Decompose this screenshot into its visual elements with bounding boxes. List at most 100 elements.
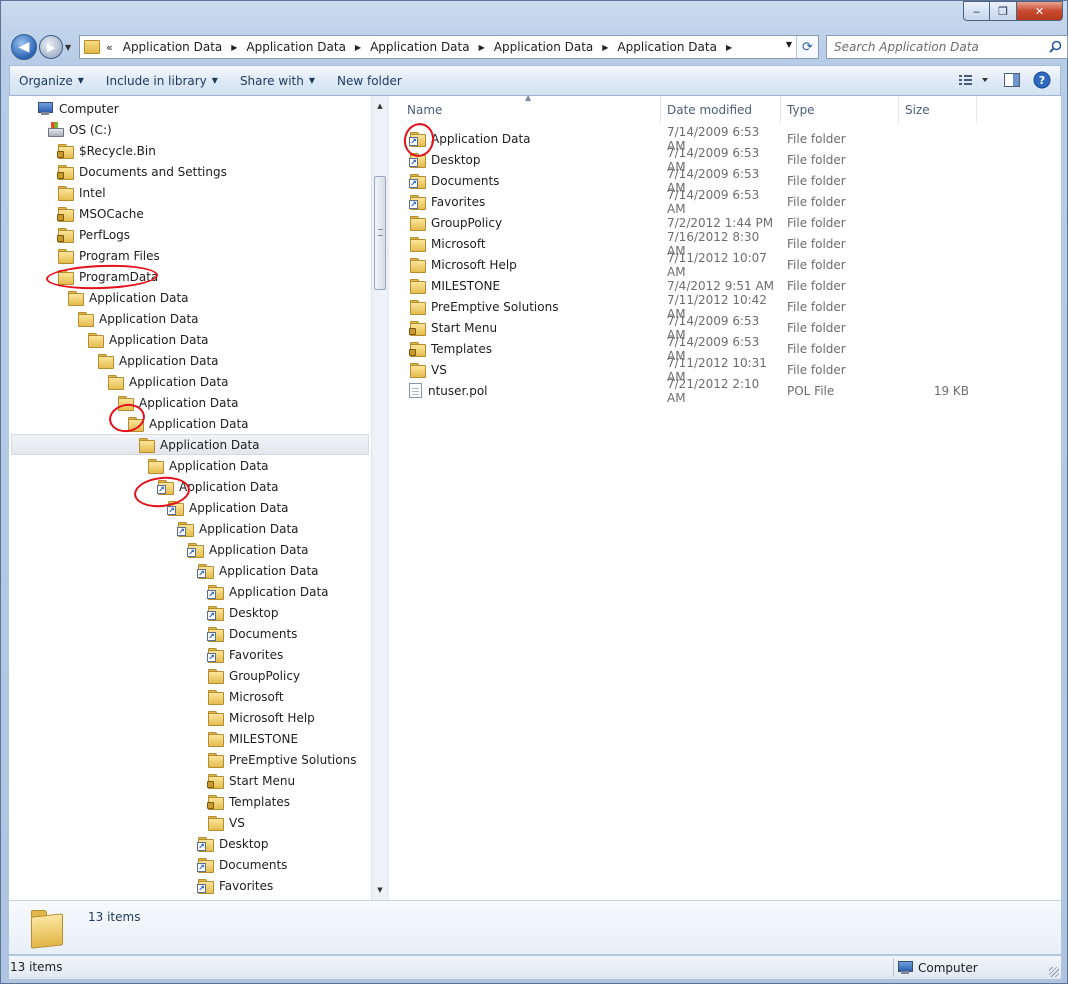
recent-pages-dropdown[interactable]: ▼ <box>65 43 71 52</box>
column-date-modified[interactable]: Date modified <box>661 96 781 123</box>
folder-icon <box>77 311 94 327</box>
address-overflow-chevron[interactable]: « <box>106 41 113 54</box>
lock-icon <box>57 214 64 221</box>
file-row[interactable]: ↗ Favorites 7/14/2009 6:53 AM File folder <box>389 188 1061 216</box>
column-name[interactable]: ▲ Name <box>389 93 661 123</box>
maximize-button[interactable]: ❐ <box>990 1 1017 21</box>
breadcrumb-arrow-icon[interactable]: ▶ <box>597 43 613 52</box>
scroll-up-arrow[interactable]: ▲ <box>372 98 388 114</box>
tree-item[interactable]: Microsoft Help <box>9 707 315 728</box>
tree-item[interactable]: Application Data <box>9 371 229 392</box>
breadcrumb-item[interactable]: Application Data ▶ <box>242 40 366 54</box>
tree-item[interactable]: Templates <box>9 791 290 812</box>
tree-item[interactable]: Application Data <box>11 434 369 455</box>
tree-item[interactable]: ↗ Desktop <box>9 602 279 623</box>
tree-item[interactable]: PerfLogs <box>9 224 130 245</box>
shortcut-folder-icon: ↗ <box>187 542 204 558</box>
breadcrumb-item[interactable]: Application Data ▶ <box>119 40 243 54</box>
tree-item-label: Documents <box>229 626 298 641</box>
tree-item[interactable]: Application Data <box>9 413 249 434</box>
tree-item[interactable]: Application Data <box>9 392 239 413</box>
minimize-button[interactable]: ‒ <box>963 1 990 21</box>
search-placeholder: Search Application Data <box>834 40 979 54</box>
shortcut-folder-icon: ↗ <box>197 836 214 852</box>
shortcut-folder-icon: ↗ <box>197 857 214 873</box>
tree-item[interactable]: VS <box>9 812 245 833</box>
search-input[interactable]: Search Application Data <box>826 35 1068 59</box>
file-name-cell: Templates <box>389 341 661 357</box>
tree-item[interactable]: ↗ Application Data <box>9 497 289 518</box>
preview-pane-button[interactable] <box>1002 70 1022 90</box>
tree-item[interactable]: ↗ Documents <box>9 623 297 644</box>
new-folder-button[interactable]: New folder <box>328 66 411 95</box>
breadcrumb-arrow-icon[interactable]: ▶ <box>721 43 737 52</box>
help-button[interactable]: ? <box>1032 70 1052 90</box>
window-controls: ‒ ❐ ✕ <box>963 1 1063 21</box>
address-history-dropdown[interactable]: ▼ <box>786 40 792 49</box>
column-size[interactable]: Size <box>899 96 977 123</box>
tree-item[interactable]: $Recycle.Bin <box>9 140 156 161</box>
tree-item[interactable]: Microsoft <box>9 686 284 707</box>
refresh-button[interactable]: ⟳ <box>796 36 818 58</box>
tree-item[interactable]: MILESTONE <box>9 728 298 749</box>
tree-item[interactable]: Documents and Settings <box>9 161 227 182</box>
tree-item[interactable]: ↗ Application Data <box>9 581 329 602</box>
tree-item[interactable]: ↗ Favorites <box>9 644 283 665</box>
file-type: POL File <box>787 383 835 398</box>
scroll-thumb[interactable] <box>374 176 386 290</box>
include-in-library-button[interactable]: Include in library ▼ <box>97 66 227 95</box>
breadcrumb-item[interactable]: Application Data ▶ <box>366 40 490 54</box>
file-row[interactable]: ntuser.pol 7/21/2012 2:10 AM POL File 19 KB <box>389 377 1061 405</box>
back-button[interactable]: ◀ <box>11 34 37 60</box>
change-view-button[interactable] <box>956 70 992 90</box>
file-name: Start Menu <box>431 320 498 335</box>
file-name: ntuser.pol <box>428 383 488 398</box>
shortcut-arrow-icon: ↗ <box>187 548 196 557</box>
tree-item[interactable]: PreEmptive Solutions <box>9 749 356 770</box>
tree-item[interactable]: Computer <box>9 98 119 119</box>
column-type[interactable]: Type <box>781 96 899 123</box>
tree-item[interactable]: ↗ Documents <box>9 854 287 875</box>
folder-icon <box>127 416 144 432</box>
tree-item[interactable]: ↗ Application Data <box>9 539 309 560</box>
share-with-button[interactable]: Share with ▼ <box>231 66 324 95</box>
breadcrumb-arrow-icon[interactable]: ▶ <box>226 43 242 52</box>
breadcrumb-arrow-icon[interactable]: ▶ <box>350 43 366 52</box>
breadcrumb-item[interactable]: Application Data ▶ <box>490 40 614 54</box>
svg-text:?: ? <box>1039 74 1045 87</box>
shortcut-arrow-icon: ↗ <box>167 506 176 515</box>
tree-item[interactable]: Application Data <box>9 287 189 308</box>
navigation-scrollbar[interactable]: ▲ ▼ <box>371 96 387 900</box>
tree-item[interactable]: GroupPolicy <box>9 665 300 686</box>
breadcrumb-item[interactable]: Application Data ▶ <box>613 40 737 54</box>
command-bar: Organize ▼ Include in library ▼ Share with… <box>9 65 1061 96</box>
sort-ascending-icon: ▲ <box>525 93 532 102</box>
close-button[interactable]: ✕ <box>1017 1 1063 21</box>
tree-item[interactable]: Application Data <box>9 455 269 476</box>
tree-item[interactable]: ↗ Application Data <box>9 560 319 581</box>
tree-item[interactable]: ProgramData <box>9 266 158 287</box>
tree-item[interactable]: MSOCache <box>9 203 144 224</box>
tree-item[interactable]: ↗ Application Data <box>9 518 299 539</box>
file-row[interactable]: Microsoft Help 7/11/2012 10:07 AM File fol… <box>389 251 1061 279</box>
organize-button[interactable]: Organize ▼ <box>10 66 93 95</box>
forward-button[interactable]: ▶ <box>39 35 63 59</box>
tree-item[interactable]: ↗ Desktop <box>9 833 269 854</box>
tree-item[interactable]: Intel <box>9 182 106 203</box>
resize-grip-icon[interactable] <box>1049 967 1059 977</box>
scroll-down-arrow[interactable]: ▼ <box>372 882 388 898</box>
tree-item[interactable]: OS (C:) <box>9 119 112 140</box>
tree-item[interactable]: Application Data <box>9 308 199 329</box>
tree-item-label: Intel <box>79 185 106 200</box>
tree-item[interactable]: Application Data <box>9 350 219 371</box>
shortcut-arrow-icon: ↗ <box>409 200 418 209</box>
tree-item-label: PerfLogs <box>79 227 131 242</box>
tree-item[interactable]: Application Data <box>9 329 209 350</box>
tree-item[interactable]: Start Menu <box>9 770 295 791</box>
address-bar[interactable]: « Application Data ▶ Application Data ▶ Appl… <box>79 35 819 59</box>
tree-item[interactable]: ↗ Favorites <box>9 875 273 896</box>
breadcrumb-arrow-icon[interactable]: ▶ <box>474 43 490 52</box>
tree-item[interactable]: Program Files <box>9 245 160 266</box>
tree-item-label: Application Data <box>129 374 229 389</box>
tree-item[interactable]: ↗ Application Data <box>9 476 279 497</box>
